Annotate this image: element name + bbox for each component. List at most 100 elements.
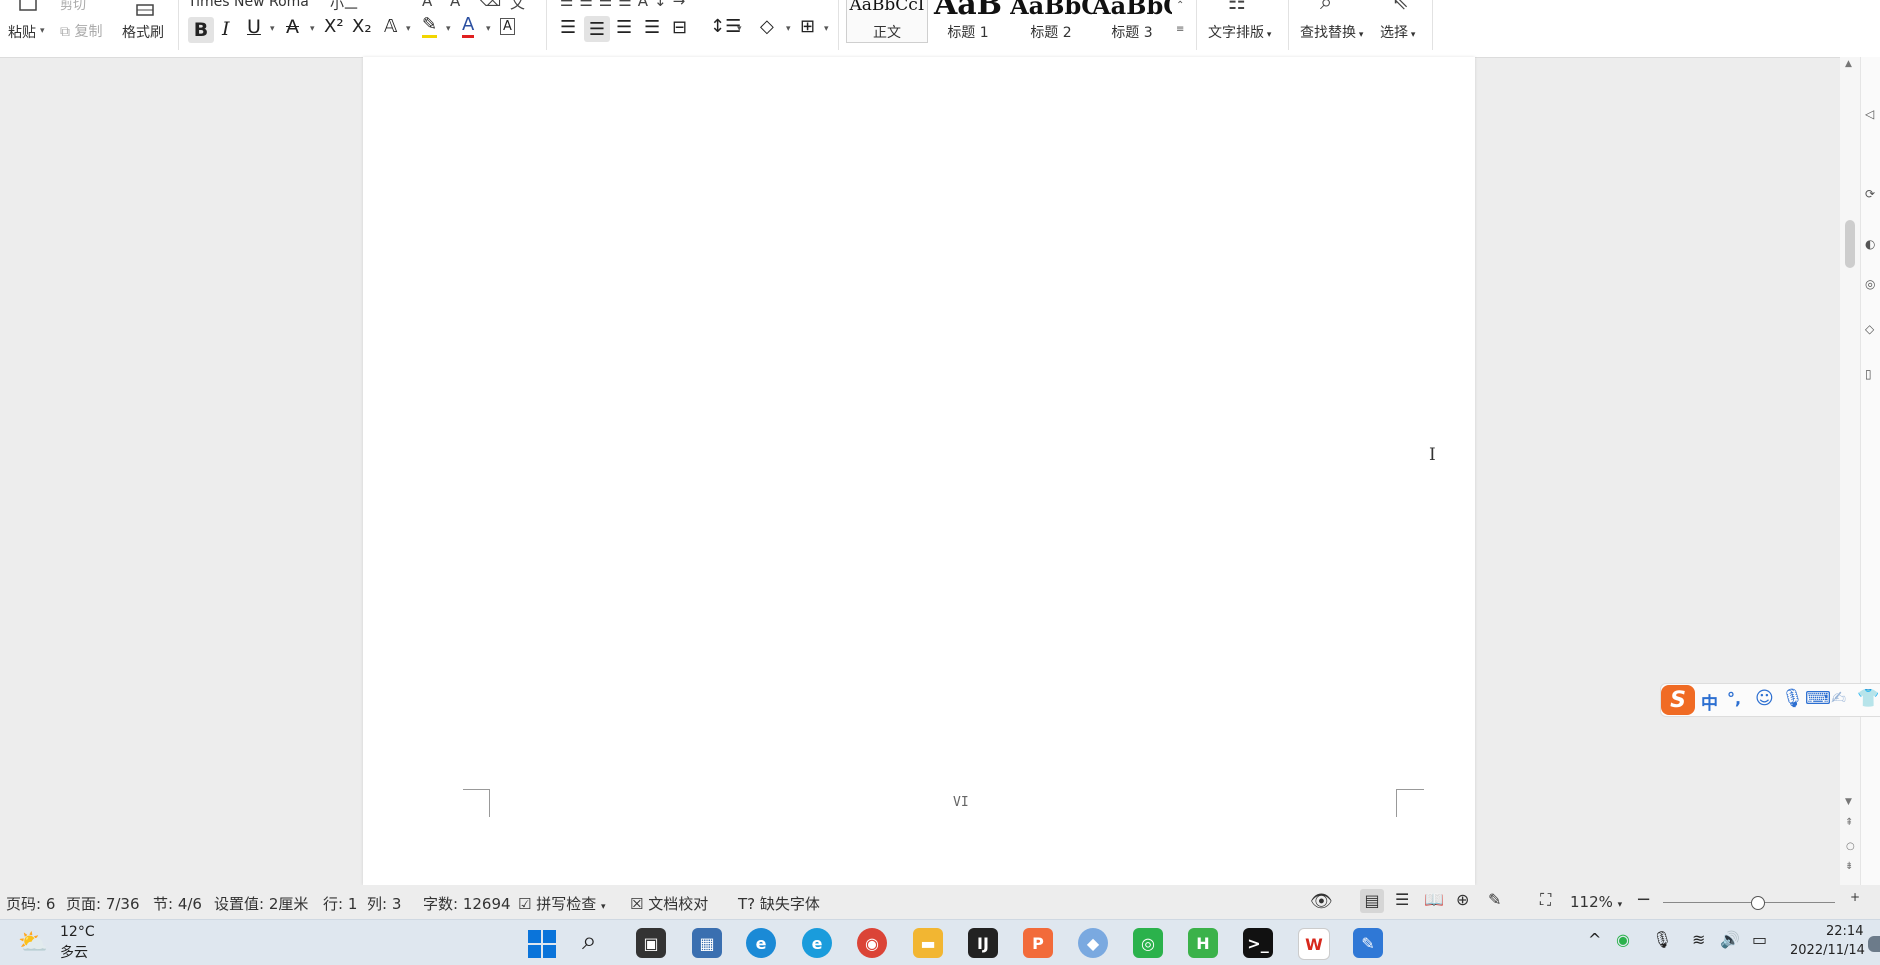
wifi-icon[interactable]: ≋ xyxy=(1692,930,1705,949)
align-center-icon[interactable]: ☰ xyxy=(584,16,610,42)
strikethrough-icon[interactable]: A xyxy=(286,16,299,38)
font-color-dropdown-icon[interactable]: ▾ xyxy=(486,24,491,34)
edge-browser-icon[interactable]: e xyxy=(746,928,776,958)
borders-dropdown-icon[interactable]: ▾ xyxy=(824,24,829,34)
volume-icon[interactable]: 🔊 xyxy=(1720,930,1740,949)
wps-app-icon[interactable]: W xyxy=(1298,928,1330,960)
panel-icon-6[interactable]: ▯ xyxy=(1865,367,1872,381)
zoom-slider-thumb[interactable] xyxy=(1750,896,1765,910)
format-painter-icon[interactable] xyxy=(132,0,158,20)
fit-page-icon[interactable]: ⛶ xyxy=(1540,890,1551,910)
hbuilder-app-icon[interactable]: H xyxy=(1188,928,1218,958)
styles-more-icon[interactable]: ≡ xyxy=(1176,24,1184,35)
panel-icon-2[interactable]: ⟳ xyxy=(1865,187,1875,201)
status-word-count[interactable]: 字数: 12694 xyxy=(423,893,511,914)
tray-wechat-icon[interactable]: ◉ xyxy=(1616,930,1630,949)
status-page[interactable]: 页面: 7/36 xyxy=(66,893,140,914)
keyboard-icon[interactable]: ⌨ xyxy=(1805,688,1831,709)
photos-app-icon[interactable]: ✎ xyxy=(1353,928,1383,958)
shading-icon[interactable]: ◇ xyxy=(760,16,774,37)
scroll-down-icon[interactable]: ▼ xyxy=(1845,797,1852,807)
ie-browser-icon[interactable]: e xyxy=(802,928,832,958)
scrollbar-thumb[interactable] xyxy=(1845,220,1855,268)
page-view-icon[interactable]: ▤ xyxy=(1360,889,1384,913)
style-heading-2[interactable]: AaBbC 标题 2 xyxy=(1010,0,1092,42)
outline-view-icon[interactable]: ☰ xyxy=(1395,890,1409,909)
style-heading-1[interactable]: AaB 标题 1 xyxy=(928,0,1008,42)
borders-icon[interactable]: ⊞ xyxy=(800,16,815,37)
underline-dropdown-icon[interactable]: ▾ xyxy=(270,24,275,34)
phonetic-icon[interactable]: 文 xyxy=(510,0,525,13)
document-page[interactable]: VI I xyxy=(363,57,1475,885)
styles-scroll-icon[interactable]: ⌃ xyxy=(1176,0,1184,11)
grow-font-icon[interactable]: A xyxy=(422,0,432,10)
panel-icon-5[interactable]: ◇ xyxy=(1865,322,1874,336)
zoom-in-icon[interactable]: + xyxy=(1850,890,1860,904)
tray-mic-icon[interactable]: 🎙 xyxy=(1652,930,1672,949)
style-normal[interactable]: AaBbCcI 正文 xyxy=(846,0,928,43)
status-page-code[interactable]: 页码: 6 xyxy=(6,893,55,914)
cut-button[interactable]: 剪切 xyxy=(60,0,86,13)
task-view-icon[interactable]: ▣ xyxy=(636,928,666,958)
font-name-select[interactable]: Times New Roma xyxy=(188,0,324,10)
highlight-icon[interactable]: ✎ xyxy=(422,15,438,38)
browse-object-icon[interactable]: ○ xyxy=(1846,841,1855,852)
handwriting-icon[interactable]: ✍ xyxy=(1831,688,1846,709)
status-row[interactable]: 行: 1 xyxy=(323,893,357,914)
status-col[interactable]: 列: 3 xyxy=(367,893,401,914)
list-icons[interactable]: ☰☰☰☰A↓→ xyxy=(560,0,691,10)
subscript-icon[interactable]: X₂ xyxy=(352,16,372,37)
select-button[interactable]: 选择 ▾ xyxy=(1380,22,1415,42)
panel-icon-3[interactable]: ◐ xyxy=(1865,237,1875,251)
justify-icon[interactable]: ☰ xyxy=(644,17,660,38)
skin-shirt-icon[interactable]: 👕 xyxy=(1857,688,1879,709)
microphone-icon[interactable]: 🎙 xyxy=(1781,688,1804,709)
file-explorer-icon[interactable]: ▬ xyxy=(913,928,943,958)
panel-icon-4[interactable]: ◎ xyxy=(1865,277,1875,291)
font-size-select[interactable]: 小二 xyxy=(330,0,410,14)
align-right-icon[interactable]: ☰ xyxy=(616,17,632,38)
spell-check-button[interactable]: ☑ 拼写检查 ▾ xyxy=(518,893,606,914)
find-replace-button[interactable]: 查找替换 ▾ xyxy=(1300,22,1363,42)
powerpoint-app-icon[interactable]: P xyxy=(1023,928,1053,958)
eye-protection-icon[interactable]: 👁 xyxy=(1310,891,1333,912)
line-spacing-dropdown-icon[interactable]: ▾ xyxy=(737,24,742,34)
write-view-icon[interactable]: ✎ xyxy=(1488,890,1501,909)
shrink-font-icon[interactable]: A xyxy=(450,0,460,10)
align-left-icon[interactable]: ☰ xyxy=(560,17,576,38)
computer-app-icon[interactable]: ▦ xyxy=(692,928,722,958)
reading-view-icon[interactable]: 📖 xyxy=(1424,890,1444,909)
ime-mode-toggle[interactable]: 中 xyxy=(1701,689,1718,714)
weather-temperature[interactable]: 12°C xyxy=(60,924,95,940)
highlight-dropdown-icon[interactable]: ▾ xyxy=(446,24,451,34)
search-icon[interactable]: ⌕ xyxy=(582,926,597,957)
font-color-icon[interactable]: A xyxy=(462,15,475,38)
notification-icon[interactable] xyxy=(1868,936,1880,952)
sogou-logo-icon[interactable]: S xyxy=(1661,685,1695,715)
find-replace-icon[interactable]: ⌕ xyxy=(1320,0,1332,15)
start-windows-icon[interactable] xyxy=(528,930,556,958)
clock-date[interactable]: 2022/11/14 xyxy=(1790,943,1865,958)
feishu-app-icon[interactable]: ◆ xyxy=(1078,928,1108,958)
distribute-icon[interactable]: ⊟ xyxy=(672,17,687,38)
paste-button[interactable]: 粘贴 xyxy=(8,22,36,42)
missing-font-button[interactable]: T? 缺失字体 xyxy=(738,893,820,914)
char-border-icon[interactable]: A xyxy=(500,18,515,35)
superscript-icon[interactable]: X² xyxy=(324,16,344,37)
doc-proof-button[interactable]: ☒ 文档校对 xyxy=(630,893,708,914)
intellij-idea-icon[interactable]: IJ xyxy=(968,928,998,958)
zoom-level[interactable]: 112% ▾ xyxy=(1570,893,1622,911)
vertical-scrollbar[interactable]: ▲ ▼ ⇞ ○ ⇟ xyxy=(1840,57,1860,885)
emoji-icon[interactable]: ☺ xyxy=(1755,688,1774,709)
text-effect-icon[interactable]: 𝔸 xyxy=(384,16,397,37)
weather-cloud-icon[interactable]: ⛅ xyxy=(18,928,48,956)
text-layout-button[interactable]: 文字排版 ▾ xyxy=(1208,22,1271,42)
wechat-app-icon[interactable]: ◎ xyxy=(1133,928,1163,958)
paste-dropdown-icon[interactable]: ▾ xyxy=(40,26,45,36)
tray-overflow-icon[interactable]: ^ xyxy=(1588,930,1601,949)
strikethrough-dropdown-icon[interactable]: ▾ xyxy=(310,24,315,34)
format-painter-button[interactable]: 格式刷 xyxy=(122,22,164,42)
clear-format-icon[interactable]: ⌫ xyxy=(480,0,501,10)
web-view-icon[interactable]: ⊕ xyxy=(1456,890,1469,909)
ime-punctuation-toggle[interactable]: °, xyxy=(1727,689,1741,708)
